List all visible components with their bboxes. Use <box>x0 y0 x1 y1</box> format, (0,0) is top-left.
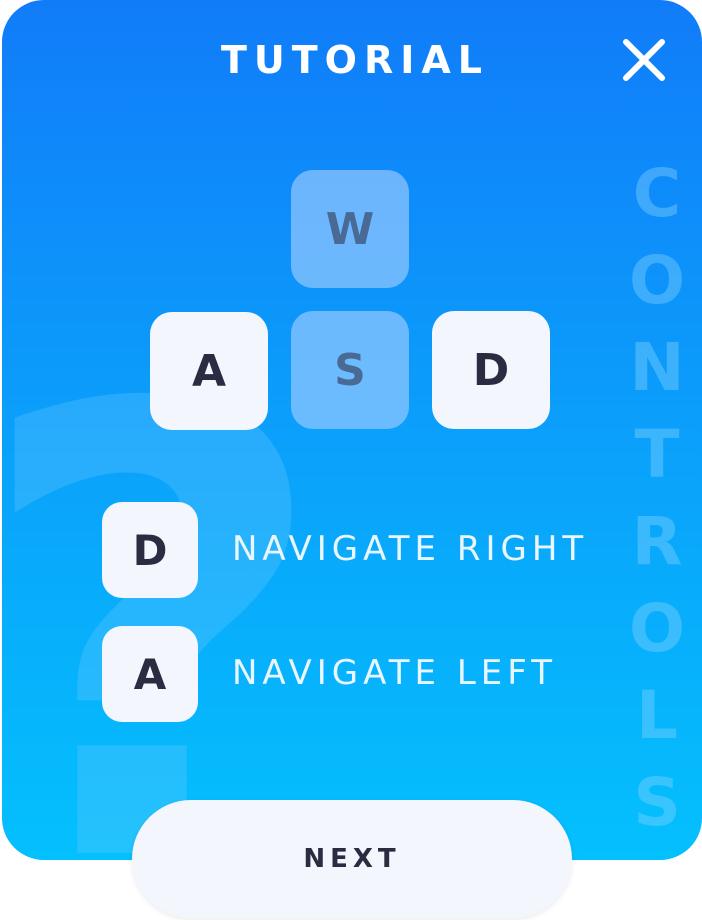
tutorial-card: ? C O N T R O L S TUTORIAL W A S D D NAV… <box>2 0 702 860</box>
action-label-navigate-right: NAVIGATE RIGHT <box>232 529 589 569</box>
vertical-letter: C <box>632 155 682 232</box>
key-s: S <box>291 311 409 429</box>
key-a: A <box>150 312 268 430</box>
next-button[interactable]: NEXT <box>132 800 572 918</box>
page-title: TUTORIAL <box>220 38 490 82</box>
close-button[interactable] <box>618 34 670 86</box>
vertical-letter: L <box>635 677 679 754</box>
vertical-letter: N <box>629 329 685 406</box>
vertical-letter: S <box>633 764 681 841</box>
key-d: D <box>432 311 550 429</box>
vertical-letter: O <box>628 242 686 319</box>
vertical-letter: T <box>634 416 680 493</box>
key-w: W <box>291 170 409 288</box>
vertical-letter: O <box>628 590 686 667</box>
close-icon <box>623 39 665 81</box>
action-key-d: D <box>102 502 198 598</box>
controls-vertical-word: C O N T R O L S <box>622 150 692 846</box>
action-key-a: A <box>102 626 198 722</box>
vertical-letter: R <box>631 503 683 580</box>
tutorial-screen: ? C O N T R O L S TUTORIAL W A S D D NAV… <box>0 0 702 920</box>
action-label-navigate-left: NAVIGATE LEFT <box>232 653 557 693</box>
